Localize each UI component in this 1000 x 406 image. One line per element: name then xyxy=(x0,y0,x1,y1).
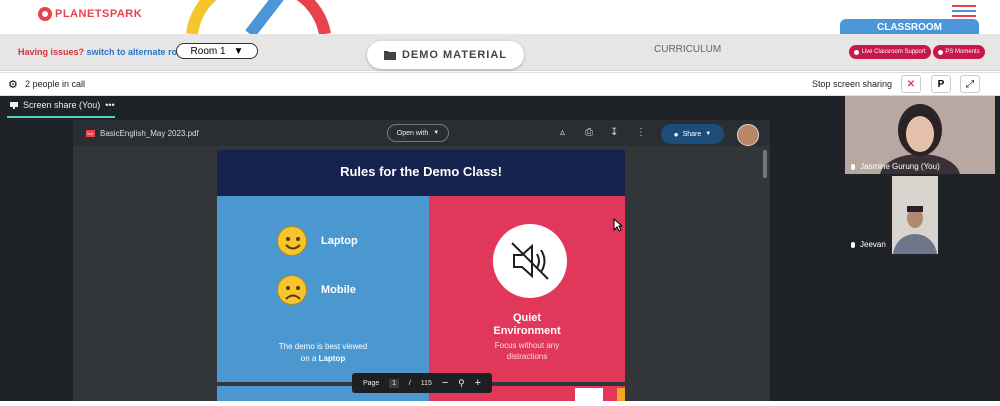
screen-share-icon xyxy=(10,101,18,109)
open-with-button[interactable]: Open with ▼ xyxy=(387,124,449,142)
quiet-line-1: Quiet xyxy=(512,312,542,324)
demo-material-label: DEMO MATERIAL xyxy=(401,49,508,61)
caret-down-icon: ▼ xyxy=(705,131,712,137)
active-tab-indicator xyxy=(7,116,115,118)
focus-text: Focus without any distractions xyxy=(429,340,625,362)
bottom-strip xyxy=(0,401,1000,406)
live-support-button[interactable]: Live Classroom Support xyxy=(849,45,931,59)
next-slide-preview-tab xyxy=(575,388,603,402)
planetspark-logo[interactable]: PLANETSPARK xyxy=(38,5,142,23)
live-support-icon xyxy=(854,49,860,55)
best-viewed-line-2: on a Laptop xyxy=(217,353,429,365)
page-input[interactable]: 1 xyxy=(389,378,400,388)
drive-share-button[interactable]: ● Share ▼ xyxy=(661,124,724,144)
logo-text: PLANETSPARK xyxy=(55,8,143,20)
laptop-label: Laptop xyxy=(321,235,358,247)
expand-button[interactable]: ⤢ xyxy=(960,75,980,93)
best-viewed-text: The demo is best viewed on a Laptop xyxy=(217,341,429,365)
close-icon: ✕ xyxy=(906,78,916,90)
slide-title: Rules for the Demo Class! xyxy=(340,164,502,179)
participant-tile-jeevan[interactable]: Jeevan xyxy=(845,176,995,254)
folder-icon xyxy=(383,51,396,60)
hamburger-icon[interactable] xyxy=(952,5,976,17)
stop-sharing-label: Stop screen sharing xyxy=(812,79,893,89)
curriculum-tab[interactable]: CURRICULUM xyxy=(654,44,721,55)
mobile-label: Mobile xyxy=(321,284,356,296)
quiet-line-2: Environment xyxy=(493,325,561,337)
best-viewed-bold: Laptop xyxy=(318,354,346,363)
zoom-in-icon[interactable]: + xyxy=(475,377,481,389)
zoom-fit-icon[interactable]: ⚲ xyxy=(458,378,465,389)
printer-icon[interactable]: ⎙ xyxy=(585,127,593,138)
live-support-label: Live Classroom Support xyxy=(861,49,926,55)
pdf-page-bar: Page 1 / 115 − ⚲ + xyxy=(352,373,492,393)
focus-line-2: distractions xyxy=(506,352,548,361)
caret-down-icon: ▼ xyxy=(233,45,244,57)
ps-moments-label: PS Moments xyxy=(945,49,980,55)
gear-icon[interactable]: ⚙ xyxy=(8,78,18,91)
more-options-icon[interactable]: ••• xyxy=(105,100,114,110)
classroom-tab[interactable]: CLASSROOM xyxy=(840,19,979,35)
best-viewed-line-1: The demo is best viewed xyxy=(278,342,368,351)
next-slide-preview-accent xyxy=(617,388,625,402)
account-avatar[interactable] xyxy=(737,124,759,146)
page-total: 115 xyxy=(420,379,432,387)
participant-name-label: Jasmine Gurung (You) xyxy=(860,162,940,171)
demo-material-button[interactable]: DEMO MATERIAL xyxy=(367,41,524,69)
room-select[interactable]: Room 1 ▼ xyxy=(176,43,258,59)
caret-down-icon: ▼ xyxy=(433,130,440,136)
decorative-graphic xyxy=(180,0,350,34)
globe-icon: ● xyxy=(673,129,679,139)
screen-share-label: Screen share (You) xyxy=(23,100,101,110)
happy-face-icon xyxy=(277,226,307,256)
room-select-value: Room 1 xyxy=(190,45,226,57)
ps-moments-button[interactable]: PS Moments xyxy=(933,45,985,59)
sad-face-icon xyxy=(277,275,307,305)
more-vert-icon[interactable]: ⋮ xyxy=(636,127,646,138)
people-count: 2 people in call xyxy=(25,79,86,89)
best-viewed-prefix: on a xyxy=(300,354,319,363)
focus-line-1: Focus without any xyxy=(494,341,560,350)
p-button[interactable]: P xyxy=(931,75,951,93)
p-button-label: P xyxy=(937,78,945,90)
download-icon[interactable]: ↧ xyxy=(610,127,618,138)
participant-video-jeevan xyxy=(892,176,938,254)
pdf-scrollbar[interactable] xyxy=(763,150,767,178)
quiet-environment-label: Quiet Environment xyxy=(429,312,625,338)
drive-share-label: Share xyxy=(682,130,702,138)
mouse-cursor-icon xyxy=(613,218,623,232)
logo-icon xyxy=(38,7,52,21)
mic-icon xyxy=(851,163,855,170)
stop-sharing-button[interactable]: ✕ xyxy=(901,75,921,93)
screen-share-tab[interactable]: Screen share (You) ••• xyxy=(10,100,115,110)
add-to-drive-icon[interactable]: ▵ xyxy=(560,127,565,138)
mic-icon xyxy=(851,241,855,248)
expand-icon: ⤢ xyxy=(966,78,974,90)
alternate-room-link[interactable]: switch to alternate room xyxy=(87,47,191,57)
participant-name-you: Jasmine Gurung (You) xyxy=(851,162,940,171)
participant-name-label: Jeevan xyxy=(860,240,886,249)
participant-name-jeevan: Jeevan xyxy=(851,240,886,249)
mute-speaker-icon xyxy=(493,224,567,298)
pdf-filename: BasicEnglish_May 2023.pdf xyxy=(100,129,199,138)
open-with-label: Open with xyxy=(396,129,429,137)
issues-text: Having issues? xyxy=(18,47,85,57)
ps-moments-icon xyxy=(938,49,944,55)
page-separator: / xyxy=(408,379,411,387)
pdf-file-icon: PDF xyxy=(86,130,95,137)
page-label: Page xyxy=(362,379,380,387)
issues-notice: Having issues? switch to alternate room xyxy=(18,47,191,57)
zoom-out-icon[interactable]: − xyxy=(442,377,448,389)
participant-tile-you[interactable]: Jasmine Gurung (You) xyxy=(845,96,995,198)
